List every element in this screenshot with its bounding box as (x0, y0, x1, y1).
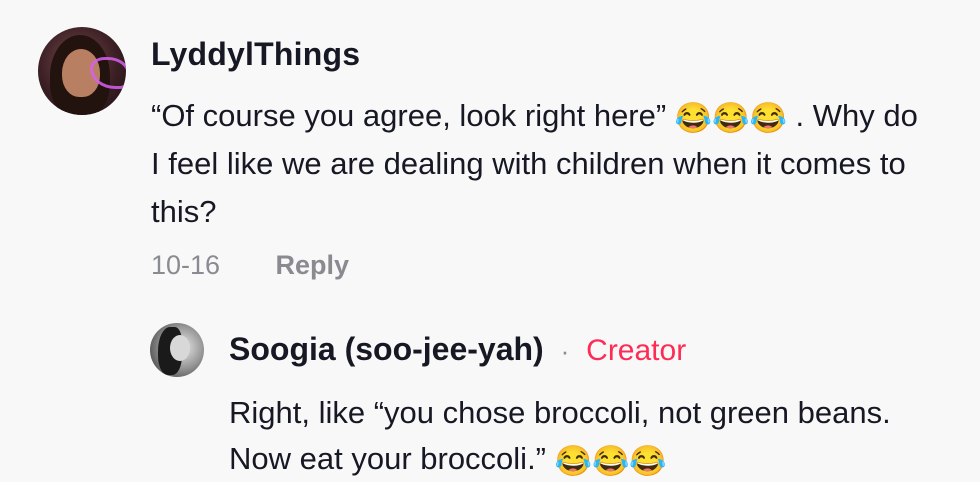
reply-header: Soogia (soo-jee-yah) · Creator (229, 331, 686, 368)
separator-dot: · (560, 336, 570, 366)
avatar-face-shape (170, 335, 190, 361)
comment-text-line2: I feel like we are dealing with children… (151, 146, 906, 181)
comment-body: “Of course you agree, look right here” 😂… (151, 92, 980, 236)
reply-text-line1: Right, like “you chose broccoli, not gre… (229, 395, 891, 430)
reply-body: Right, like “you chose broccoli, not gre… (229, 390, 979, 482)
comment-text-line1: “Of course you agree, look right here” (151, 98, 675, 133)
laughing-emoji: 😂😂😂 (554, 445, 667, 478)
reply-button[interactable]: Reply (276, 250, 350, 280)
reply-author-avatar[interactable] (150, 323, 204, 377)
comment-meta: 10-16 Reply (151, 250, 349, 281)
comment-text-line1-end: . Why do (786, 98, 918, 133)
creator-badge: Creator (586, 334, 687, 367)
laughing-emoji: 😂😂😂 (674, 102, 787, 135)
reply-text-line2: Now eat your broccoli.” (229, 441, 555, 476)
commenter-avatar[interactable] (38, 27, 126, 115)
comment-date: 10-16 (151, 250, 221, 280)
comment-text-line3: this? (151, 194, 217, 229)
reply-author-username[interactable]: Soogia (soo-jee-yah) (229, 331, 544, 367)
commenter-username[interactable]: LyddylThings (151, 36, 360, 73)
comment-thread: LyddylThings “Of course you agree, look … (0, 0, 980, 482)
